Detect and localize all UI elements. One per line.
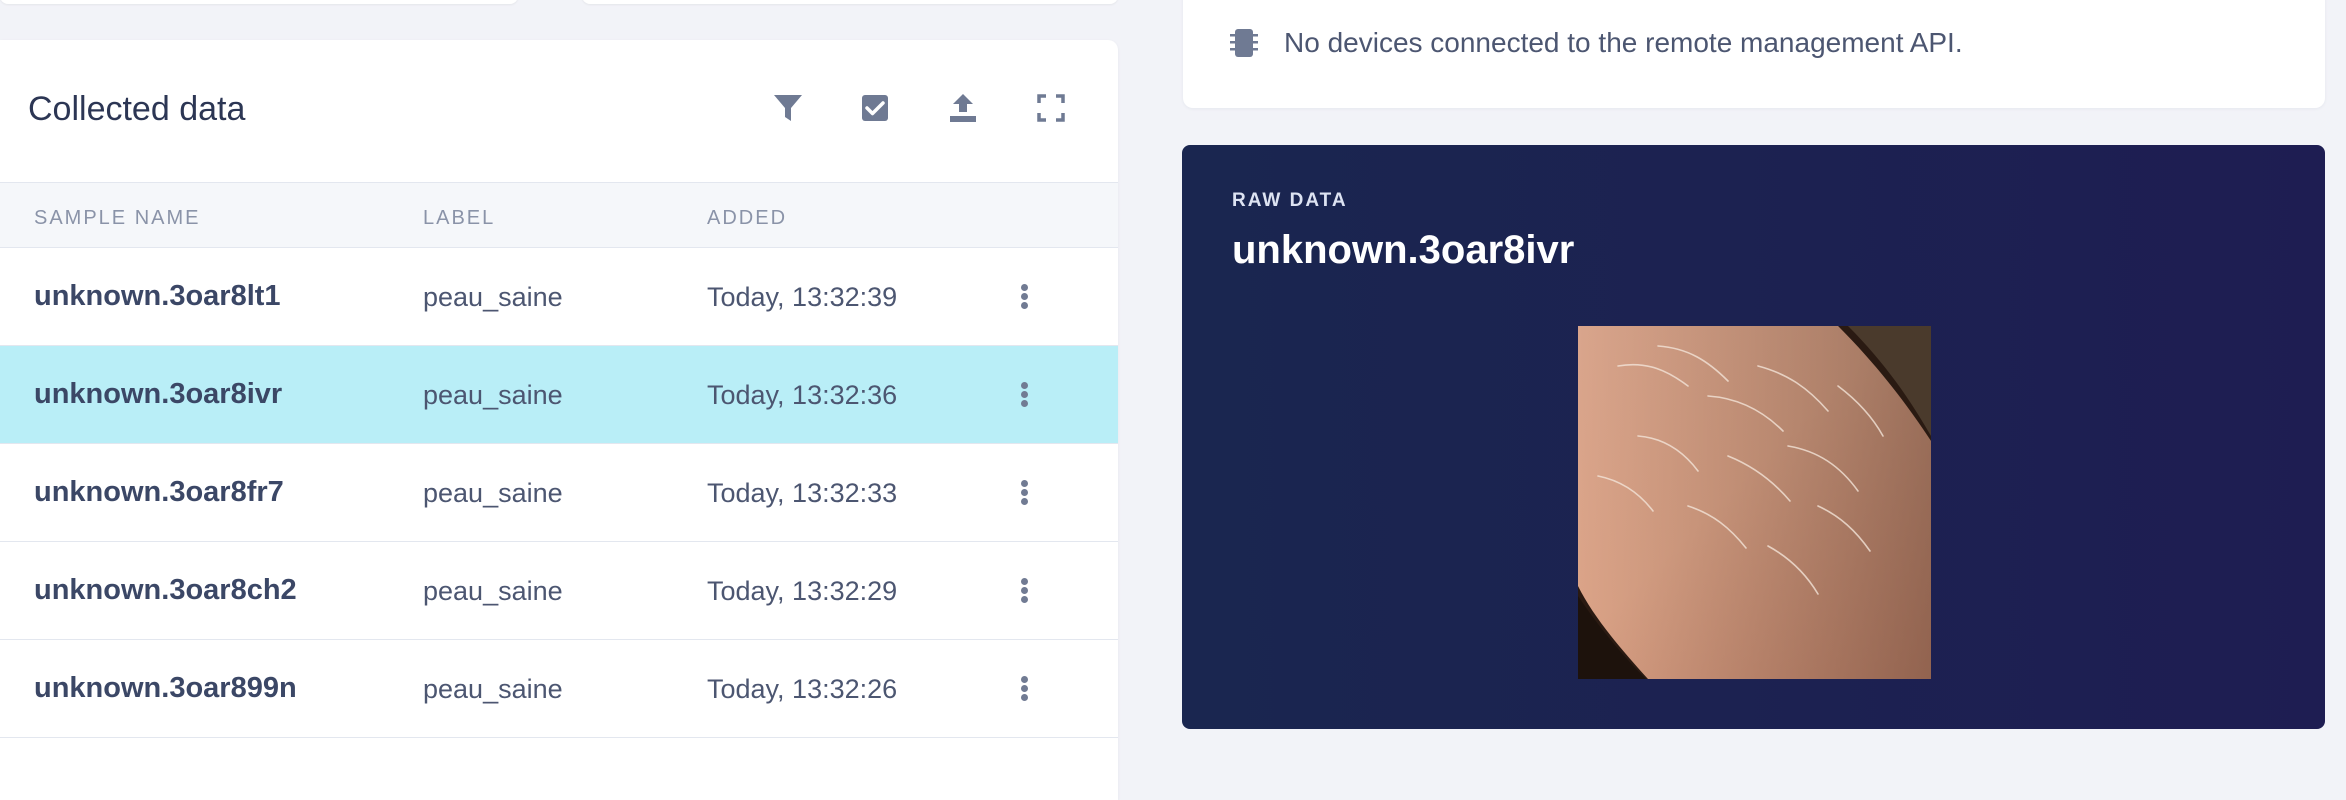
raw-data-sample-title: unknown.3oar8ivr xyxy=(1232,228,1575,272)
sample-name: unknown.3oar8ivr xyxy=(34,378,283,410)
sample-name: unknown.3oar8fr7 xyxy=(34,476,284,508)
table-row[interactable]: unknown.3oar899n peau_saine Today, 13:32… xyxy=(0,640,1118,738)
skin-photo xyxy=(1578,326,1931,679)
sample-added: Today, 13:32:26 xyxy=(707,674,898,704)
row-menu-icon[interactable] xyxy=(1006,278,1042,314)
fullscreen-button[interactable] xyxy=(1033,90,1069,126)
sample-name: unknown.3oar899n xyxy=(34,672,297,704)
collected-data-title: Collected data xyxy=(28,90,246,128)
filter-icon xyxy=(774,95,802,121)
sample-image xyxy=(1578,326,1931,679)
sample-added: Today, 13:32:39 xyxy=(707,282,898,312)
sample-added: Today, 13:32:33 xyxy=(707,478,898,508)
sample-label: peau_saine xyxy=(423,478,563,508)
checkbox-icon xyxy=(862,95,888,121)
collected-data-header: Collected data xyxy=(0,40,1118,183)
table-row[interactable]: unknown.3oar8ch2 peau_saine Today, 13:32… xyxy=(0,542,1118,640)
raw-data-kicker: RAW DATA xyxy=(1232,190,1348,211)
chip-icon xyxy=(1230,29,1258,57)
sample-name: unknown.3oar8lt1 xyxy=(34,280,281,312)
table-row[interactable]: unknown.3oar8fr7 peau_saine Today, 13:32… xyxy=(0,444,1118,542)
remote-devices-card: No devices connected to the remote manag… xyxy=(1183,0,2325,108)
column-header-label[interactable]: LABEL xyxy=(423,207,495,230)
filter-button[interactable] xyxy=(770,90,806,126)
sample-label: peau_saine xyxy=(423,380,563,410)
upload-button[interactable] xyxy=(945,90,981,126)
sample-name: unknown.3oar8ch2 xyxy=(34,574,297,606)
table-row[interactable]: unknown.3oar8ivr peau_saine Today, 13:32… xyxy=(0,346,1118,444)
top-card-right xyxy=(582,0,1118,4)
sample-label: peau_saine xyxy=(423,282,563,312)
row-menu-icon[interactable] xyxy=(1006,376,1042,412)
sample-added: Today, 13:32:29 xyxy=(707,576,898,606)
fullscreen-icon xyxy=(1037,94,1065,122)
top-card-left xyxy=(0,0,518,4)
select-all-button[interactable] xyxy=(857,90,893,126)
row-menu-icon[interactable] xyxy=(1006,670,1042,706)
column-header-sample-name[interactable]: SAMPLE NAME xyxy=(34,207,200,230)
sample-label: peau_saine xyxy=(423,576,563,606)
table-header: SAMPLE NAME LABEL ADDED xyxy=(0,183,1118,248)
upload-icon xyxy=(950,94,976,122)
sample-label: peau_saine xyxy=(423,674,563,704)
table-row[interactable]: unknown.3oar8lt1 peau_saine Today, 13:32… xyxy=(0,248,1118,346)
sample-added: Today, 13:32:36 xyxy=(707,380,898,410)
no-devices-message: No devices connected to the remote manag… xyxy=(1284,27,1963,58)
collected-data-card: Collected data SAMPLE NAME LABEL ADDED u… xyxy=(0,40,1118,800)
row-menu-icon[interactable] xyxy=(1006,474,1042,510)
column-header-added[interactable]: ADDED xyxy=(707,207,787,230)
row-menu-icon[interactable] xyxy=(1006,572,1042,608)
raw-data-panel: RAW DATA unknown.3oar8ivr xyxy=(1182,145,2325,729)
